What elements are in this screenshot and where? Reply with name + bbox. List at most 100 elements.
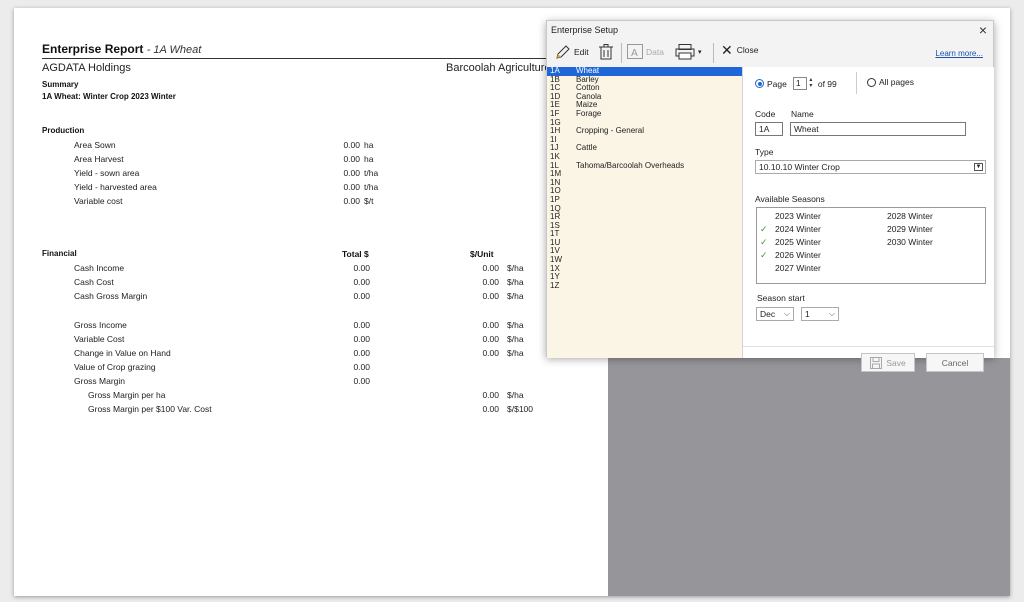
season-item[interactable]: 2030 Winter (887, 237, 933, 247)
financial-row-per-unit: 0.00 (482, 404, 499, 414)
dialog-title: Enterprise Setup (551, 25, 619, 35)
data-button[interactable]: A Data (627, 44, 664, 59)
code-field[interactable]: 1A (755, 122, 783, 136)
season-item[interactable]: 2028 Winter (887, 211, 933, 221)
financial-row-unit: $/ha (507, 263, 524, 273)
season-day-value: 1 (805, 309, 810, 319)
season-name: 2028 Winter (887, 211, 933, 221)
edit-button[interactable]: Edit (555, 44, 589, 60)
learn-more-link[interactable]: Learn more... (935, 49, 983, 58)
data-label: Data (646, 46, 664, 57)
title-divider (42, 58, 574, 59)
season-item[interactable]: 2027 Winter (760, 263, 821, 273)
financial-row-label: Gross Margin (74, 376, 126, 386)
financial-row-unit: $/ha (507, 348, 524, 358)
financial-row-total: 0.00 (353, 320, 370, 330)
financial-row-unit: $/ha (507, 320, 524, 330)
dialog-close-icon[interactable]: × (979, 22, 987, 38)
enterprise-list-item[interactable]: 1Q (547, 204, 742, 214)
enterprise-list-item[interactable]: 1N (547, 178, 742, 188)
production-label: Production (42, 126, 85, 135)
all-pages-radio[interactable]: All pages (867, 77, 914, 87)
season-item[interactable]: 2029 Winter (887, 224, 933, 234)
financial-row-unit: $/$100 (507, 404, 533, 414)
season-item[interactable]: 2023 Winter (760, 211, 821, 221)
season-name: 2029 Winter (887, 224, 933, 234)
financial-row-total: 0.00 (353, 376, 370, 386)
footer-divider (743, 346, 994, 347)
company-right-name: Barcoolah Agriculture (446, 62, 551, 74)
close-button[interactable]: ✕ Close (721, 42, 759, 58)
financial-row-unit: $/ha (507, 390, 524, 400)
enterprise-list-item[interactable]: 1X (547, 264, 742, 274)
chevron-down-icon: ⌵ (783, 309, 790, 318)
financial-row-total: 0.00 (353, 348, 370, 358)
type-value: 10.10.10 Winter Crop (759, 162, 840, 172)
financial-row-label: Value of Crop grazing (74, 362, 156, 372)
name-field[interactable]: Wheat (790, 122, 966, 136)
edit-label: Edit (574, 47, 589, 57)
page-label: Page (767, 78, 787, 89)
col-total-header: Total $ (342, 249, 369, 259)
season-name: 2027 Winter (775, 263, 821, 273)
page-input[interactable]: 1 (792, 77, 807, 90)
chevron-down-icon[interactable]: ▼ (974, 163, 983, 171)
enterprise-list[interactable]: 1A Wheat 1B Barley 1C Cotton 1D Canola 1E Mai… (547, 67, 743, 358)
financial-row-unit: $/ha (507, 291, 524, 301)
financial-row-label: Change in Value on Hand (74, 348, 171, 358)
delete-button[interactable] (599, 44, 613, 60)
season-day-select[interactable]: 1 ⌵ (801, 307, 839, 321)
season-item[interactable]: ✓ 2026 Winter (760, 250, 821, 261)
enterprise-list-item[interactable]: 1R (547, 212, 742, 222)
dialog-toolbar: Edit A Data ▾ ✕ Close Learn more... (547, 37, 993, 67)
enterprise-list-item[interactable]: 1H Cropping - General (547, 126, 742, 136)
production-row-value: 0.00 (343, 196, 360, 206)
printer-icon (675, 44, 695, 60)
chevron-down-icon: ⌵ (828, 309, 835, 318)
production-row-unit: ha (364, 140, 374, 150)
checkmark-icon: ✓ (760, 250, 768, 260)
season-item[interactable]: ✓ 2024 Winter (760, 224, 821, 235)
enterprise-list-item[interactable]: 1S (547, 221, 742, 231)
cancel-button[interactable]: Cancel (926, 353, 984, 372)
available-seasons-list[interactable]: 2023 Winter ✓ 2024 Winter ✓ 2025 Winter ✓ 2… (756, 207, 986, 284)
financial-row-unit: $/ha (507, 277, 524, 287)
enterprise-list-item[interactable]: 1O (547, 187, 742, 196)
data-icon: A (627, 44, 643, 59)
enterprise-list-item[interactable]: 1M (547, 170, 742, 179)
enterprise-list-item[interactable]: 1U (547, 238, 742, 248)
enterprise-list-item[interactable]: 1P (547, 195, 742, 205)
report-title-text: Enterprise Report (42, 42, 144, 56)
season-name: 2023 Winter (775, 211, 821, 221)
financial-row-unit: $/ha (507, 334, 524, 344)
financial-row-per-unit: 0.00 (482, 263, 499, 273)
enterprise-list-item[interactable]: 1W (547, 255, 742, 265)
page-radio[interactable]: Page 1 ▴ ▾ of 99 (755, 77, 837, 90)
season-start-label: Season start (757, 293, 805, 303)
enterprise-list-item[interactable]: 1J Cattle (547, 144, 742, 153)
enterprise-list-item[interactable]: 1L Tahoma/Barcoolah Overheads (547, 161, 742, 171)
enterprise-list-item[interactable]: 1Z (547, 281, 742, 291)
page-radio-dot[interactable] (755, 79, 764, 88)
toolbar-separator (621, 43, 622, 63)
production-row-value: 0.00 (343, 140, 360, 150)
season-item[interactable]: ✓ 2025 Winter (760, 237, 821, 248)
type-select[interactable]: 10.10.10 Winter Crop ▼ (755, 160, 986, 174)
print-dropdown-icon[interactable]: ▾ (698, 48, 702, 56)
production-row-unit: $/t (364, 196, 374, 206)
financial-row-total: 0.00 (353, 291, 370, 301)
season-name: 2025 Winter (775, 237, 821, 247)
enterprise-list-item[interactable]: 1T (547, 230, 742, 239)
enterprise-list-item[interactable]: 1Y (547, 273, 742, 282)
all-pages-radio-dot[interactable] (867, 77, 876, 87)
print-button[interactable]: ▾ (675, 44, 702, 60)
close-label: Close (736, 45, 759, 55)
enterprise-list-item[interactable]: 1V (547, 247, 742, 256)
production-row-label: Variable cost (74, 196, 123, 206)
enterprise-detail-panel: Page 1 ▴ ▾ of 99 All pages Code Name 1A W… (743, 67, 994, 372)
enterprise-list-item[interactable]: 1F Forage (547, 109, 742, 119)
season-month-select[interactable]: Dec ⌵ (756, 307, 794, 321)
page-spinner[interactable]: ▴ ▾ (807, 77, 815, 90)
close-x-icon: ✕ (721, 42, 733, 58)
save-button[interactable]: Save (861, 353, 915, 372)
